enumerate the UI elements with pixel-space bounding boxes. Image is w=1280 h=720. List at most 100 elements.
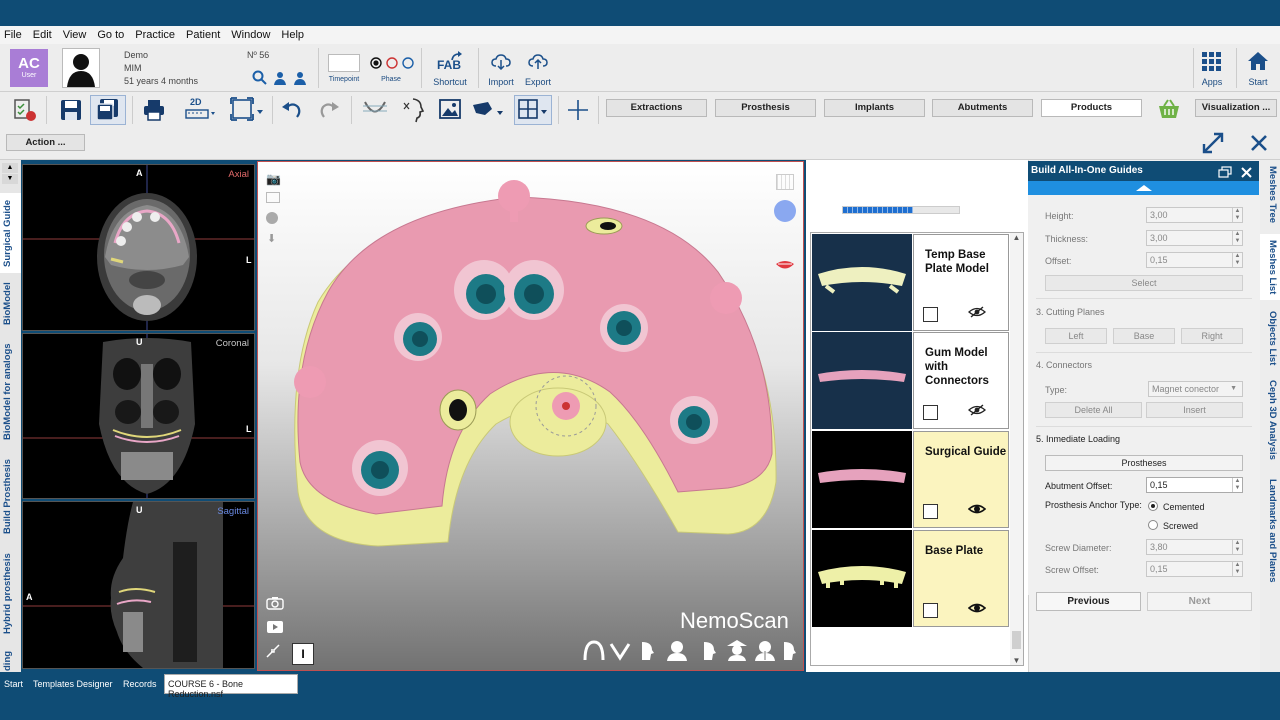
tab-abutments[interactable]: Abutments [932,99,1033,117]
scroll-down-arrow[interactable]: ▼ [1010,656,1023,665]
menu-view[interactable]: View [63,29,87,41]
ct-axial-view[interactable]: Axial A L [22,164,255,331]
scroll-down-button[interactable]: ▼ [2,174,18,184]
model-row[interactable]: Temp Base Plate Model [812,234,1009,331]
tab-ceph-3d-analysis[interactable]: Ceph 3D Analysis [1262,378,1278,462]
scroll-up-arrow[interactable]: ▲ [1010,233,1023,242]
cursor-box-icon[interactable]: I [292,643,314,665]
action-button[interactable]: Action ... [6,134,85,151]
print-icon[interactable] [143,99,165,126]
model-checkbox[interactable] [923,307,938,322]
search-patient-icon[interactable] [252,70,312,91]
tab-products[interactable]: Products [1041,99,1142,117]
export-icon[interactable] [528,54,548,75]
scroll-thumb[interactable] [1012,631,1021,649]
tab-biomodel-analogs[interactable]: BioModel for analogs [2,338,19,446]
jaw-tool-icon[interactable] [470,97,506,128]
screw-offset-input[interactable]: 0,15 ▲ ▼ [1146,561,1243,577]
model-checkbox[interactable] [923,504,938,519]
cut-right-button[interactable]: Right [1181,328,1243,344]
checklist-icon[interactable] [13,98,37,127]
thickness-spinner[interactable]: ▲ ▼ [1232,231,1242,245]
save-icon[interactable] [60,99,82,126]
height-spinner[interactable]: ▲ ▼ [1232,208,1242,222]
tab-biomodel[interactable]: BioModel [2,278,19,330]
tab-extractions[interactable]: Extractions [606,99,707,117]
shortcut-label[interactable]: Shortcut [427,77,473,87]
eye-visible-icon[interactable] [967,602,987,617]
next-button[interactable]: Next [1147,592,1252,611]
timepoint-box[interactable] [328,54,360,72]
apps-icon[interactable] [1202,52,1222,77]
model-row[interactable]: Base Plate [812,530,1009,627]
redo-icon[interactable] [318,99,340,126]
menu-edit[interactable]: Edit [33,29,52,41]
eye-hidden-icon[interactable] [968,306,986,321]
status-start[interactable]: Start [4,679,23,689]
arch-icon[interactable] [362,97,388,128]
tab-implants[interactable]: Implants [824,99,925,117]
view-orientation-icons[interactable] [582,638,798,667]
export-label[interactable]: Export [519,77,557,87]
screw-diameter-input[interactable]: 3,80 ▲ ▼ [1146,539,1243,555]
tab-meshes-list[interactable]: Meshes List [1262,236,1278,298]
eye-visible-icon[interactable] [967,503,987,518]
3d-viewport[interactable]: 📷 ⬇ I NemoScan [257,161,804,671]
model-row[interactable]: Surgical Guide [812,431,1009,528]
face-profile-icon[interactable] [401,97,427,128]
crosshair-icon[interactable] [567,99,589,126]
menu-goto[interactable]: Go to [97,29,124,41]
status-templates-designer[interactable]: Templates Designer [33,679,113,689]
previous-button[interactable]: Previous [1036,592,1141,611]
home-icon[interactable] [1248,52,1268,75]
viewport-lips-icon[interactable] [775,258,795,276]
screwed-radio[interactable] [1148,520,1158,530]
video-icon[interactable] [266,620,284,639]
menu-window[interactable]: Window [231,29,270,41]
menu-file[interactable]: File [4,29,22,41]
tab-objects-list[interactable]: Objects List [1262,306,1278,370]
tab-build-prosthesis[interactable]: Build Prosthesis [2,455,19,539]
basket-icon[interactable] [1157,98,1181,125]
view-2d-button[interactable]: 2D [184,97,218,123]
layout-grid-button[interactable] [514,95,552,125]
viewport-mesh-icon[interactable] [774,200,796,222]
user-avatar[interactable]: AC User [10,49,48,87]
status-active-file-tab[interactable]: COURSE 6 - Bone Reduction.nsf [164,674,298,699]
ct-coronal-view[interactable]: Coronal U L [22,333,255,499]
screw-diameter-spinner[interactable]: ▲ ▼ [1232,540,1242,554]
tab-landmarks-planes[interactable]: Landmarks and Planes [1262,476,1278,586]
menu-help[interactable]: Help [281,29,304,41]
offset-spinner[interactable]: ▲ ▼ [1232,253,1242,267]
tab-meshes-tree[interactable]: Meshes Tree [1262,163,1278,227]
status-records[interactable]: Records [123,679,157,689]
tab-building[interactable]: ding [2,650,19,672]
insert-button[interactable]: Insert [1146,402,1243,418]
height-input[interactable]: 3,00 ▲ ▼ [1146,207,1243,223]
abutment-offset-input[interactable]: 0,15 ▲ ▼ [1146,477,1243,493]
viewport-globe-icon[interactable] [266,212,278,224]
close-icon[interactable] [1250,134,1268,157]
thickness-input[interactable]: 3,00 ▲ ▼ [1146,230,1243,246]
model-checkbox[interactable] [923,603,938,618]
viewport-grid-icon[interactable] [776,174,794,190]
delete-all-button[interactable]: Delete All [1045,402,1142,418]
model-list-scrollbar[interactable]: ▲ ▼ [1010,233,1023,665]
fit-view-icon[interactable] [229,97,265,128]
viewport-image-icon[interactable] [266,192,280,203]
scroll-up-button[interactable]: ▲ [2,163,18,173]
select-button[interactable]: Select [1045,275,1243,291]
image-icon[interactable] [439,99,461,126]
panel-collapse-bar[interactable] [1028,181,1259,195]
surgical-guide-model[interactable] [258,162,804,671]
eye-hidden-icon[interactable] [968,404,986,419]
screw-offset-spinner[interactable]: ▲ ▼ [1232,562,1242,576]
tab-visualization[interactable]: Visualization ... [1195,99,1277,117]
collapse-icon[interactable] [266,644,280,663]
cemented-radio[interactable] [1148,501,1158,511]
import-icon[interactable] [491,54,511,75]
phase-selector[interactable] [370,56,416,74]
menu-practice[interactable]: Practice [135,29,175,41]
cut-base-button[interactable]: Base [1113,328,1175,344]
ct-sagittal-view[interactable]: Sagittal U A [22,501,255,669]
